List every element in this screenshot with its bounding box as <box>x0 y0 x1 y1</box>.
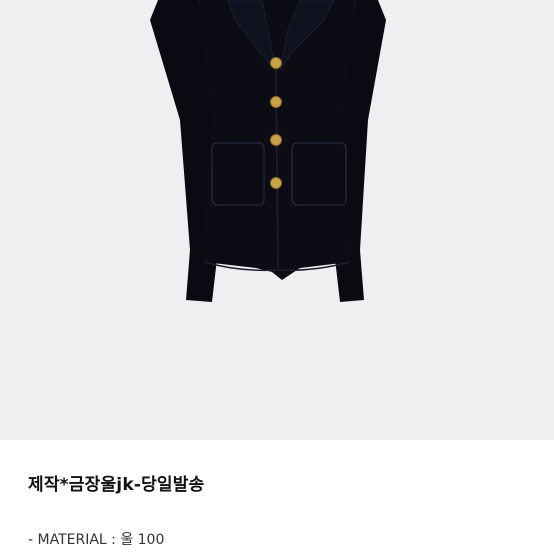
product-image[interactable] <box>0 0 554 440</box>
product-title: 제작*금장울jk-당일발송 <box>28 475 205 495</box>
gold-button <box>270 57 282 69</box>
gold-button <box>270 134 282 146</box>
gold-button <box>270 96 282 108</box>
jacket-illustration <box>150 0 386 302</box>
gold-button <box>270 177 282 189</box>
product-material: - MATERIAL : 울 100 <box>28 532 165 548</box>
